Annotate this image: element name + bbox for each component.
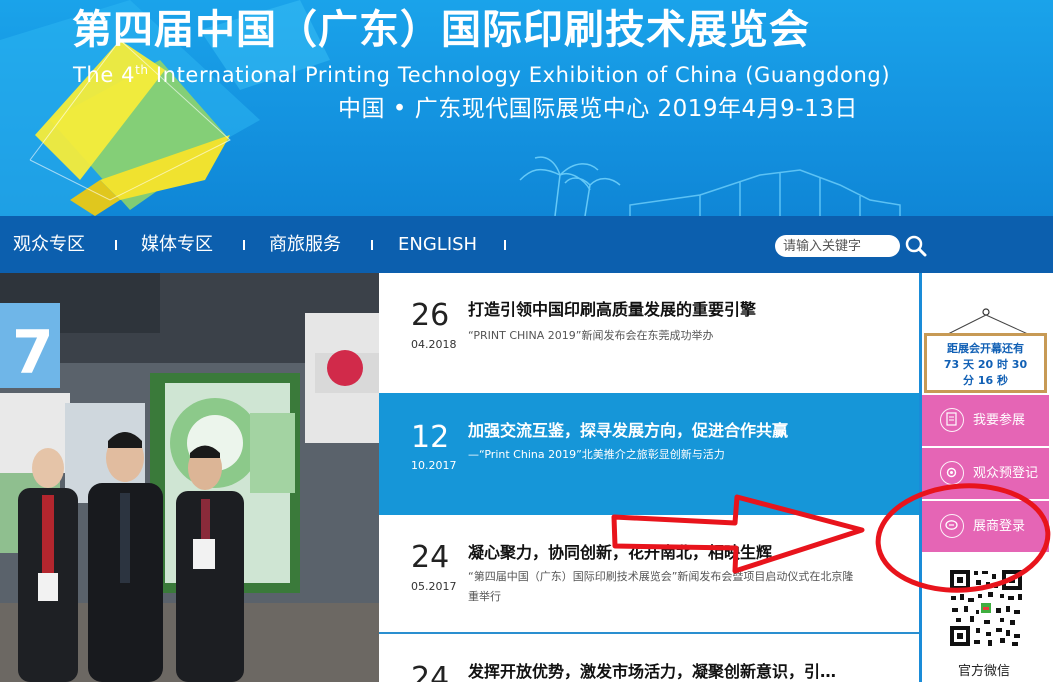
banner-title-en: The 4th International Printing Technolog… (73, 63, 891, 87)
nav-separator (243, 240, 245, 250)
nav-separator (371, 240, 373, 250)
countdown-board: 距展会开幕还有 73 天 20 时 30 分 16 秒 (924, 333, 1047, 393)
news-item[interactable]: 26 04.2018 打造引领中国印刷高质量发展的重要引擎 “PRINT CHI… (379, 273, 921, 393)
banner-venue-date: 中国 • 广东现代国际展览中心 2019年4月9-13日 (338, 96, 858, 122)
news-day: 24 (411, 661, 450, 682)
countdown-line2: 73 天 20 时 30 (943, 358, 1028, 371)
news-desc: —“Print China 2019”北美推介之旅彰显创新与活力 (468, 448, 725, 461)
news-title[interactable]: 发挥开放优势，激发市场活力，凝聚创新意识，引… (468, 661, 836, 682)
visitor-register-button[interactable]: 观众预登记 (922, 448, 1049, 499)
search-input[interactable] (775, 235, 900, 257)
target-icon (940, 461, 964, 485)
news-day: 12 (411, 420, 450, 455)
document-icon (940, 408, 964, 432)
exhibition-photo-image: 7 (0, 273, 379, 682)
news-item[interactable]: 24 05.2017 凝心聚力，协同创新，花开南北，相映生辉 “第四届中国（广东… (379, 515, 921, 635)
news-desc: “PRINT CHINA 2019”新闻发布会在东莞成功举办 (468, 329, 714, 342)
nav-item-media[interactable]: 媒体专区 (141, 216, 213, 273)
news-photo[interactable]: 7 (0, 273, 379, 682)
nav-separator (115, 240, 117, 250)
news-desc: “第四届中国（广东）国际印刷技术展览会”新闻发布会暨项目启动仪式在北京隆重举行 (468, 570, 854, 603)
news-month: 04.2018 (411, 338, 457, 351)
nav-item-english[interactable]: ENGLISH (398, 216, 477, 273)
header-banner: 第四届中国（广东）国际印刷技术展览会 The 4th International… (0, 0, 1053, 216)
countdown-line1: 距展会开幕还有 (947, 342, 1024, 355)
nav-item-audience[interactable]: 观众专区 (13, 216, 85, 273)
banner-title-cn: 第四届中国（广东）国际印刷技术展览会 (72, 7, 810, 53)
nav-item-travel[interactable]: 商旅服务 (269, 216, 341, 273)
news-title[interactable]: 加强交流互鉴，探寻发展方向，促进合作共赢 (468, 420, 788, 442)
exhibitor-login-button[interactable]: 展商登录 (922, 501, 1049, 552)
news-day: 24 (411, 540, 450, 575)
svg-text:7: 7 (12, 318, 54, 388)
nav-separator (504, 240, 506, 250)
news-list: 26 04.2018 打造引领中国印刷高质量发展的重要引擎 “PRINT CHI… (379, 273, 921, 682)
countdown-line3: 分 16 秒 (963, 374, 1008, 387)
news-title[interactable]: 打造引领中国印刷高质量发展的重要引擎 (468, 299, 756, 321)
news-month: 05.2017 (411, 580, 457, 593)
exhibit-apply-button[interactable]: 我要参展 (922, 395, 1049, 446)
news-divider (379, 632, 919, 634)
wechat-label: 官方微信 (958, 664, 1011, 679)
news-month: 10.2017 (411, 459, 457, 472)
search-button[interactable] (904, 234, 928, 258)
news-item-active[interactable]: 12 10.2017 加强交流互鉴，探寻发展方向，促进合作共赢 —“Print … (379, 393, 921, 515)
news-title[interactable]: 凝心聚力，协同创新，花开南北，相映生辉 (468, 542, 772, 564)
news-day: 26 (411, 298, 450, 333)
news-item[interactable]: 24 发挥开放优势，激发市场活力，凝聚创新意识，引… (379, 635, 921, 682)
chat-icon (940, 514, 964, 538)
wechat-qr-code (948, 568, 1024, 648)
countdown-hanger-icon (945, 308, 1031, 336)
search-icon (905, 235, 927, 257)
